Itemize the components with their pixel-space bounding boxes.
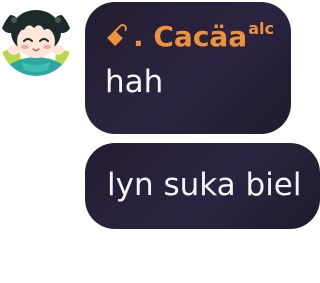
message-bubble[interactable]: ꗃ . Cacäa alc hah: [85, 2, 291, 134]
sender-tag: alc: [248, 19, 274, 38]
sender-glyph: ꗃ: [105, 19, 129, 54]
sender-display-name: . Cacäa: [132, 20, 248, 53]
message-bubble[interactable]: lyn suka biel: [85, 143, 320, 229]
avatar-illustration: [0, 4, 72, 76]
user-avatar[interactable]: [0, 4, 72, 76]
chat-thread: ꗃ . Cacäa alc hah lyn suka biel: [0, 0, 320, 283]
message-text: hah: [105, 64, 164, 100]
message-text: lyn suka biel: [107, 167, 302, 203]
sender-name[interactable]: ꗃ . Cacäa alc: [105, 19, 291, 58]
